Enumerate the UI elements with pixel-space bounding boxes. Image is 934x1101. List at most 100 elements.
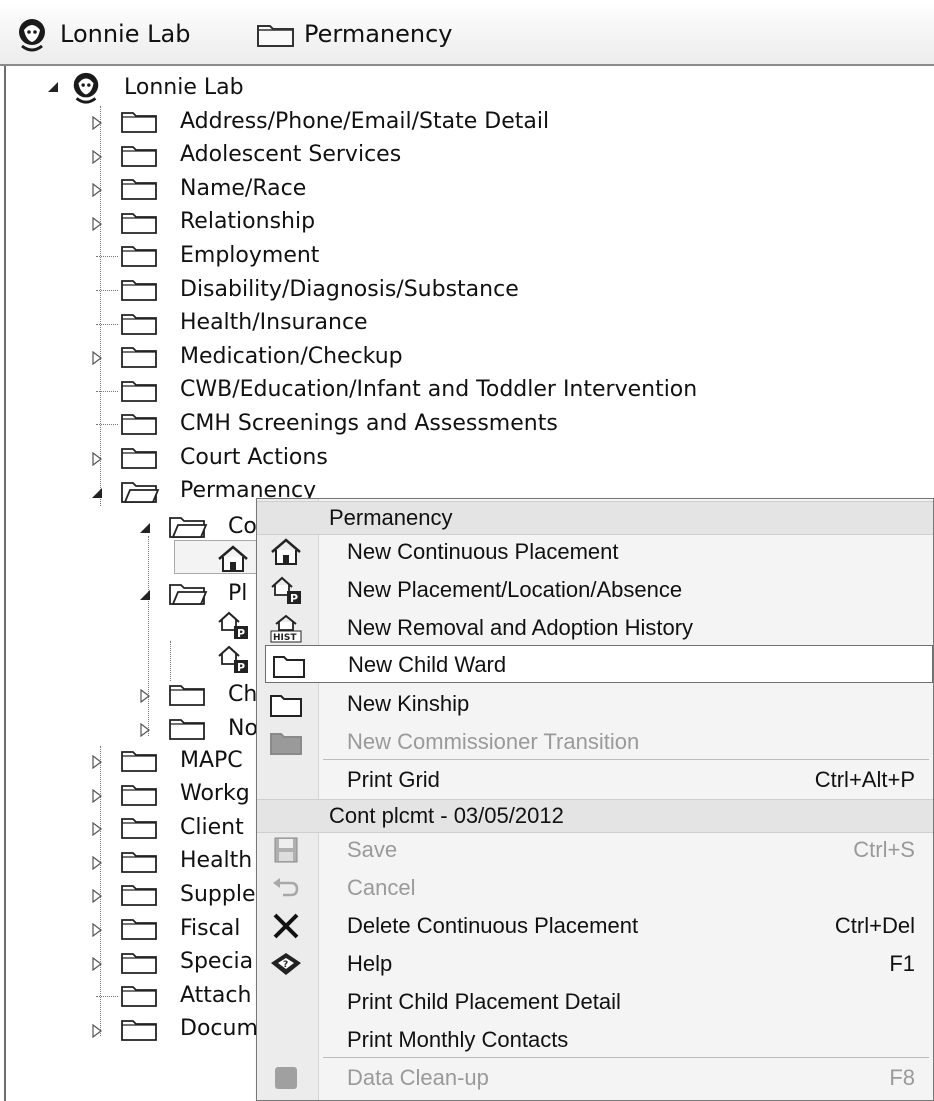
tree-item-medication-checkup[interactable]: Medication/Checkup [120,339,403,373]
menu-item-delete-continuous-placement[interactable]: Delete Continuous Placement Ctrl+Del [257,907,933,945]
expand-arrow-icon[interactable] [90,183,104,198]
menu-item-print-grid[interactable]: Print Grid Ctrl+Alt+P [257,761,933,799]
tree-item-label: CWB/Education/Infant and Toddler Interve… [180,377,698,403]
person-head-icon [19,19,45,52]
tree-item-health[interactable]: Health [120,844,252,878]
clean-up-icon [275,1067,297,1089]
tree-root-label: Lonnie Lab [124,74,244,100]
tree-item-label: Disability/Diagnosis/Substance [180,276,519,302]
breadcrumb-person-label: Lonnie Lab [60,20,191,48]
tree-item-label: Client [180,814,244,840]
folder-icon [121,246,157,268]
tree-item-workg[interactable]: Workg [120,777,250,811]
tree-item-permanency-child-2[interactable]: Ch [168,677,257,711]
tree-item-mapc[interactable]: MAPC [120,743,243,777]
menu-item-print-monthly-contacts[interactable]: Print Monthly Contacts [257,1021,933,1059]
tree-item-docum[interactable]: Docum [120,1012,258,1046]
help-book-icon: ? [271,953,301,975]
tree-root[interactable]: Lonnie Lab [68,70,244,104]
expand-arrow-icon[interactable] [90,755,104,769]
menu-item-new-continuous-placement[interactable]: New Continuous Placement [257,533,933,571]
tree-item-label: MAPC [180,747,243,773]
expand-arrow-icon[interactable] [90,923,104,937]
tree-item-court-actions[interactable]: Court Actions [120,440,328,474]
folder-icon [121,851,157,873]
expand-arrow-icon[interactable] [90,855,104,870]
tree-item-label: CMH Screenings and Assessments [180,410,558,436]
folder-icon [121,919,157,940]
collapse-arrow-icon[interactable] [138,588,152,602]
breadcrumb-section-label: Permanency [304,20,453,48]
house-p-icon[interactable]: P [216,644,250,674]
tree-item-label: Health/Insurance [180,310,368,336]
tree-item-name-race[interactable]: Name/Race [120,171,306,205]
menu-item-new-kinship[interactable]: New Kinship [257,685,933,723]
menu-item-print-child-placement-detail[interactable]: Print Child Placement Detail [257,983,933,1021]
folder-icon [270,695,302,717]
tree-item-client[interactable]: Client [120,810,244,844]
folder-icon [121,347,157,369]
tree-item-adolescent-services[interactable]: Adolescent Services [120,138,401,172]
expand-arrow-icon[interactable] [138,689,152,703]
folder-icon [121,986,157,1008]
menu-item-new-placement-location-absence[interactable]: P New Placement/Location/Absence [257,571,933,609]
tree-item-health-insurance[interactable]: Health/Insurance [120,306,368,340]
collapse-arrow-icon[interactable] [46,80,60,94]
expand-arrow-icon[interactable] [90,116,104,130]
folder-icon [121,145,157,167]
expand-arrow-icon[interactable] [90,216,104,231]
folder-icon [121,414,157,436]
tree-item-permanency-child-1[interactable]: Pl [168,576,247,610]
menu-item-save: Save Ctrl+S [257,831,933,869]
expand-arrow-icon[interactable] [138,723,152,737]
folder-disabled-icon [270,733,302,755]
expand-arrow-icon[interactable] [90,956,104,971]
tree-item-label: Fiscal [180,915,241,941]
tree-item-label: Relationship [180,209,316,235]
house-icon [271,538,301,565]
tree-item-supple[interactable]: Supple [120,877,256,911]
collapse-arrow-icon[interactable] [90,486,104,500]
tree-item-address-phone-email-state-detail[interactable]: Address/Phone/Email/State Detail [120,104,549,138]
context-menu: Permanency New Continuous Placement P Ne… [256,498,934,1101]
house-p-icon[interactable]: P [216,610,250,640]
expand-arrow-icon[interactable] [90,889,104,904]
tree-item-cmh-screenings-and-assessments[interactable]: CMH Screenings and Assessments [120,406,558,440]
svg-text:HIST: HIST [273,633,297,643]
house-icon[interactable] [216,544,250,574]
expand-arrow-icon[interactable] [90,822,104,837]
folder-icon [169,719,205,740]
expand-arrow-icon[interactable] [90,788,104,803]
folder-icon [121,952,157,974]
menu-item-new-commissioner-transition: New Commissioner Transition [257,723,933,761]
tree-item-label: Specia [180,949,254,975]
tree-item-specia[interactable]: Specia [120,945,253,979]
breadcrumb-section[interactable]: Permanency [256,14,453,54]
tree-item-permanency-child-0[interactable]: Co [168,509,257,543]
tree-item-label: Medication/Checkup [180,343,403,369]
tree-item-fiscal[interactable]: Fiscal [120,911,240,945]
tree-item-label: Address/Phone/Email/State Detail [180,108,550,134]
collapse-arrow-icon[interactable] [138,521,152,535]
tree-item-relationship[interactable]: Relationship [120,205,315,239]
menu-item-help[interactable]: ? Help F1 [257,945,933,983]
svg-text:P: P [237,661,245,674]
tree-item-label: Pl [228,580,248,606]
tree-item-label: Co [228,513,257,539]
folder-icon [121,784,157,806]
tree-item-cwb-education-infant-and-toddler-intervention[interactable]: CWB/Education/Infant and Toddler Interve… [120,373,697,407]
tree-item-permanency-child-3[interactable]: No [168,711,258,745]
expand-arrow-icon[interactable] [90,1023,104,1038]
tree-item-disability-diagnosis-substance[interactable]: Disability/Diagnosis/Substance [120,272,519,306]
expand-arrow-icon[interactable] [90,452,104,466]
menu-item-new-removal-adoption-history[interactable]: HIST New Removal and Adoption History [257,609,933,647]
expand-arrow-icon[interactable] [90,351,104,366]
tree-item-attach[interactable]: Attach [120,978,251,1012]
tree-item-label: Workg [180,781,250,807]
menu-item-new-child-ward[interactable]: New Child Ward [265,645,933,683]
tree-item-employment[interactable]: Employment [120,238,319,272]
svg-text:?: ? [283,960,288,970]
expand-arrow-icon[interactable] [90,149,104,164]
folder-icon [257,25,294,47]
breadcrumb-person[interactable]: Lonnie Lab [14,14,190,54]
